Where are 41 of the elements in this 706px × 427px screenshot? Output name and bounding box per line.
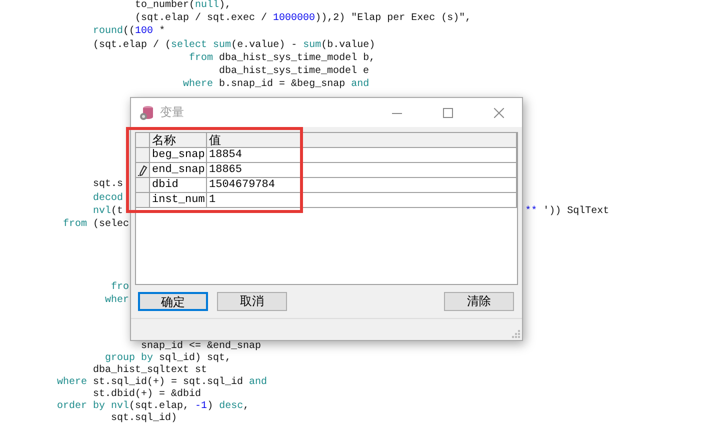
variable-name: dbid <box>150 178 207 192</box>
cancel-button[interactable]: 取消 <box>217 292 287 311</box>
variable-name: end_snap <box>150 163 207 177</box>
clear-button[interactable]: 清除 <box>444 292 514 311</box>
code-line: to_number(null), <box>134 0 232 12</box>
code-line: where st.sql_id(+) = sqt.sql_id and <box>56 377 268 388</box>
code-line: from (selec <box>62 218 130 232</box>
ok-button[interactable]: 确定 <box>138 292 208 311</box>
pencil-icon <box>138 164 148 176</box>
variable-value[interactable]: 1 <box>207 193 517 207</box>
code-line: round((100 * <box>92 25 166 39</box>
code-line: order by nvl(sqt.elap, -1) desc, <box>56 401 250 412</box>
row-indicator[interactable] <box>136 163 150 177</box>
code-line: st.dbid(+) = &dbid <box>92 389 202 400</box>
variable-name: inst_num <box>150 193 207 207</box>
code-text: nvl(t <box>92 204 124 218</box>
code-line: decod <box>92 192 124 205</box>
code-line: sqt.sql_id) <box>110 413 178 426</box>
close-icon <box>494 108 504 118</box>
code-line: from dba_hist_sys_time_model b, <box>188 52 376 65</box>
database-icon <box>139 104 155 120</box>
variable-name: beg_snap <box>150 148 207 162</box>
code-line: dba_hist_sys_time_model e <box>218 64 370 78</box>
code-line: fro <box>110 281 130 294</box>
code-line: dba_hist_sqltext st <box>92 365 208 376</box>
column-header[interactable]: 名称 <box>150 133 207 147</box>
code-line: (sqt.elap / sqt.exec / 1000000)),2) "Elap per Exec (s)", <box>134 12 472 26</box>
maximize-icon <box>443 108 453 118</box>
code-line: (sqt.elap / (select sum(e.value) - sum(b.value) <box>92 38 376 52</box>
code-line: group by sql_id) sqt, <box>104 353 232 364</box>
variable-value[interactable]: 18865 <box>207 163 517 177</box>
variable-value[interactable]: 1504679784 <box>207 178 517 192</box>
code-text: ** ')) SqlText <box>525 206 610 217</box>
resize-grip-icon[interactable] <box>512 330 520 338</box>
column-header[interactable]: 值 <box>207 133 517 147</box>
code-line: snap_id <= &end_snap <box>140 341 262 352</box>
window-title: 变量 <box>160 104 185 121</box>
variable-value[interactable]: 18854 <box>207 148 517 162</box>
code-line: sqt.s <box>92 178 124 192</box>
code-line: where b.snap_id = &beg_snap and <box>182 78 370 92</box>
code-line: wher <box>104 294 130 308</box>
